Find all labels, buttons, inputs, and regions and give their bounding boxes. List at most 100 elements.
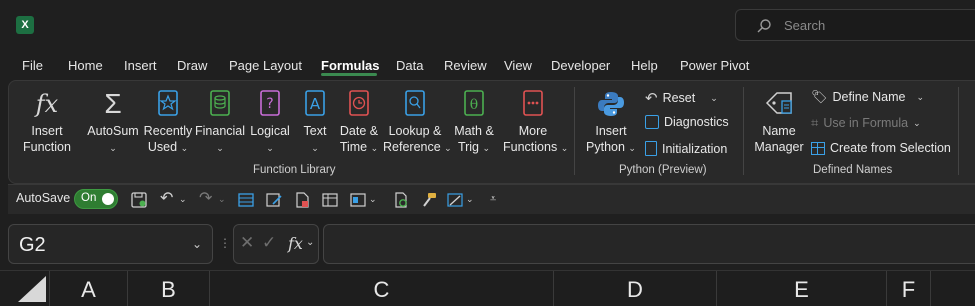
- tab-formulas[interactable]: Formulas: [321, 58, 380, 73]
- diagnostics-icon: [645, 115, 659, 129]
- insert-python-button[interactable]: Insert Python ⌄: [583, 89, 639, 156]
- autosave-toggle[interactable]: On: [74, 189, 118, 209]
- chevron-down-icon[interactable]: ⌄: [179, 191, 197, 209]
- chevron-down-icon: ⌄: [916, 91, 925, 102]
- coins-book-icon: [210, 90, 230, 116]
- resize-dots-icon[interactable]: ⋮: [219, 236, 231, 250]
- chevron-down-icon[interactable]: ⌄: [218, 191, 236, 209]
- search-icon: [757, 19, 771, 33]
- theta-book-icon: θ: [464, 90, 484, 116]
- chevron-down-icon: ⌄: [482, 143, 491, 153]
- title-bar: X Search: [0, 0, 975, 50]
- recently-used-label-1: Recently: [143, 124, 193, 138]
- reset-button[interactable]: ↶ Reset ⌄: [645, 89, 718, 107]
- chevron-down-icon[interactable]: ⌄: [466, 191, 484, 209]
- pdf-export-icon[interactable]: [293, 191, 311, 209]
- financial-button[interactable]: Financial ⌄: [195, 89, 245, 156]
- chevron-down-icon[interactable]: ⌄: [369, 191, 387, 209]
- chevron-down-icon: ⌄: [710, 92, 718, 103]
- table-style-icon[interactable]: [446, 191, 464, 209]
- search-box[interactable]: Search: [735, 9, 975, 41]
- date-time-button[interactable]: Date & Time ⌄: [335, 89, 383, 156]
- text-button[interactable]: A Text ⌄: [297, 89, 333, 156]
- use-in-formula-button[interactable]: ⌗ Use in Formula ⌄: [811, 115, 921, 131]
- logical-button[interactable]: ? Logical ⌄: [247, 89, 293, 156]
- math-trig-button[interactable]: θ Math & Trig ⌄: [449, 89, 499, 156]
- chevron-down-icon[interactable]: ⌄: [192, 237, 202, 251]
- column-header-f[interactable]: F: [887, 271, 931, 306]
- define-name-button[interactable]: 🏷︎ Define Name ⌄: [811, 89, 924, 105]
- python-group-label: Python (Preview): [619, 164, 707, 176]
- svg-text:?: ?: [266, 96, 273, 112]
- chevron-down-icon: ⌄: [311, 143, 319, 153]
- create-from-selection-button[interactable]: Create from Selection: [811, 141, 951, 155]
- tab-home[interactable]: Home: [68, 58, 103, 73]
- recently-used-button[interactable]: Recently Used ⌄: [143, 89, 193, 156]
- excel-app-icon[interactable]: X: [16, 16, 34, 34]
- column-header-b[interactable]: B: [128, 271, 210, 306]
- copy-refresh-icon[interactable]: [392, 191, 410, 209]
- column-header-d[interactable]: D: [554, 271, 717, 306]
- column-header-c[interactable]: C: [210, 271, 554, 306]
- cancel-icon[interactable]: ✕: [240, 233, 254, 253]
- text-label: Text: [303, 124, 327, 138]
- document-gear-icon: [645, 141, 657, 156]
- chevron-down-icon: ⌄: [370, 143, 379, 153]
- name-box[interactable]: G2 ⌄: [8, 224, 213, 264]
- initialization-button[interactable]: Initialization: [645, 141, 727, 156]
- format-painter-icon[interactable]: [420, 191, 438, 209]
- autosum-button[interactable]: Σ AutoSum ⌄: [87, 89, 139, 156]
- column-header-e[interactable]: E: [717, 271, 887, 306]
- diagnostics-label: Diagnostics: [664, 115, 729, 129]
- column-header-a[interactable]: A: [50, 271, 128, 306]
- redo-icon[interactable]: ↷: [199, 191, 217, 209]
- insert-function-icon[interactable]: fx: [288, 234, 303, 253]
- formula-icon: ⌗: [811, 115, 819, 130]
- tab-draw[interactable]: Draw: [177, 58, 207, 73]
- date-time-label-1: Date &: [339, 124, 379, 138]
- diagnostics-button[interactable]: Diagnostics: [645, 115, 729, 129]
- tab-review[interactable]: Review: [444, 58, 487, 73]
- tab-power-pivot[interactable]: Power Pivot: [680, 58, 749, 73]
- date-time-label-2: Time: [339, 140, 368, 154]
- insert-python-label-1: Insert: [595, 124, 627, 138]
- tag-list-icon: [765, 92, 792, 114]
- edit-sheet-icon[interactable]: [265, 191, 283, 209]
- tab-data[interactable]: Data: [396, 58, 423, 73]
- customize-toolbar-icon[interactable]: ⩡: [490, 191, 508, 209]
- tab-file[interactable]: File: [22, 58, 43, 73]
- tab-view[interactable]: View: [504, 58, 532, 73]
- more-functions-button[interactable]: More Functions ⌄: [503, 89, 568, 156]
- select-all-button[interactable]: [0, 271, 50, 306]
- create-from-selection-label: Create from Selection: [830, 141, 951, 155]
- grid-selection-icon: [811, 141, 825, 155]
- autosave-label: AutoSave: [16, 191, 71, 205]
- undo-icon[interactable]: ↶: [160, 191, 178, 209]
- window-icon[interactable]: [349, 191, 367, 209]
- sheet-blue-icon[interactable]: [237, 191, 255, 209]
- math-trig-label-1: Math &: [454, 124, 494, 138]
- formula-input[interactable]: [323, 224, 975, 264]
- column-header-row: A B C D E F: [0, 270, 975, 306]
- save-icon[interactable]: [130, 191, 148, 209]
- formula-buttons: ✕ ✓ fx ⌄: [233, 224, 319, 264]
- table-edit-icon[interactable]: [321, 191, 339, 209]
- chevron-down-icon: ⌄: [109, 143, 117, 153]
- confirm-icon[interactable]: ✓: [262, 233, 276, 253]
- text-book-icon: A: [305, 90, 325, 116]
- use-in-formula-label: Use in Formula: [823, 116, 909, 130]
- tab-help[interactable]: Help: [631, 58, 658, 73]
- tab-developer[interactable]: Developer: [551, 58, 610, 73]
- chevron-down-icon[interactable]: ⌄: [306, 237, 314, 248]
- lookup-reference-label-2: Reference: [383, 140, 441, 154]
- tab-insert[interactable]: Insert: [124, 58, 157, 73]
- reset-label: Reset: [662, 91, 696, 105]
- financial-label: Financial: [195, 124, 246, 138]
- chevron-down-icon: ⌄: [913, 117, 921, 128]
- lookup-reference-button[interactable]: Lookup & Reference ⌄: [383, 89, 452, 156]
- insert-function-label-2: Function: [23, 140, 71, 154]
- insert-function-button[interactable]: fx Insert Function: [21, 89, 73, 155]
- ribbon-separator: [574, 87, 575, 175]
- name-manager-button[interactable]: Name Manager: [753, 89, 805, 155]
- tab-page-layout[interactable]: Page Layout: [229, 58, 302, 73]
